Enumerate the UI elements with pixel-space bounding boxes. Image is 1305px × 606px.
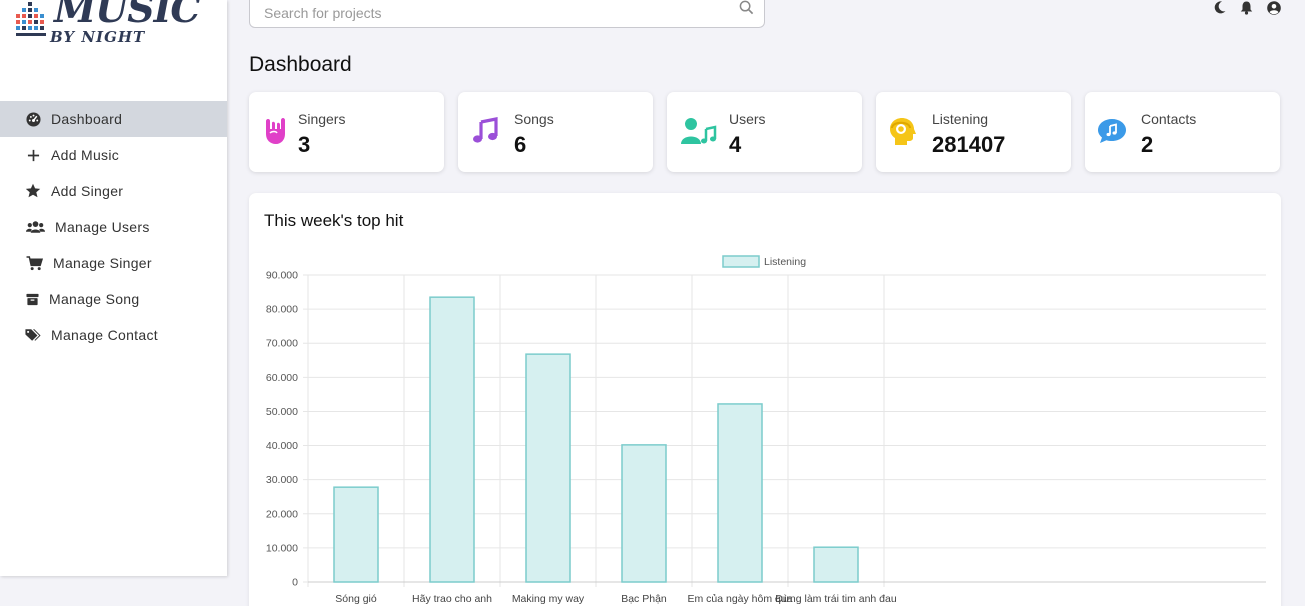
x-tick-label: Bạc Phận <box>621 593 667 605</box>
moon-icon[interactable] <box>1212 0 1227 15</box>
search-box <box>249 0 765 28</box>
box-icon <box>25 291 39 307</box>
bar <box>525 353 571 583</box>
bar <box>621 444 667 583</box>
stat-label: Singers <box>298 111 346 127</box>
stat-value: 2 <box>1141 132 1154 157</box>
star-icon <box>25 183 41 199</box>
sidebar-item-add-music[interactable]: Add Music <box>0 137 227 173</box>
logo-equalizer-icon <box>16 2 46 36</box>
sidebar-item-label: Manage Users <box>55 219 150 235</box>
sidebar-item-label: Manage Singer <box>53 255 152 271</box>
legend-swatch <box>722 255 760 268</box>
y-tick-label: 40.000 <box>266 440 298 452</box>
y-tick-label: 90.000 <box>266 270 298 282</box>
tags-icon <box>25 327 41 343</box>
sidebar: MUSIC BY NIGHT Dashboard Add Music Add S… <box>0 0 227 576</box>
sidebar-item-label: Add Singer <box>51 183 124 199</box>
stat-card-listening[interactable]: Listening 281407 <box>876 92 1071 172</box>
bar <box>717 403 763 583</box>
sidebar-item-manage-contact[interactable]: Manage Contact <box>0 317 227 353</box>
sidebar-nav: Dashboard Add Music Add Singer Manage Us… <box>0 101 227 353</box>
x-tick-label: Đừng làm trái tim anh đau <box>775 593 897 605</box>
stat-value: 281407 <box>932 132 1006 157</box>
search-input[interactable] <box>250 0 720 27</box>
stat-label: Users <box>729 111 766 127</box>
stat-card-singers[interactable]: Singers 3 <box>249 92 444 172</box>
stat-cards: Singers 3 Songs 6 Users 4 Listening 2814… <box>249 92 1280 172</box>
stat-label: Contacts <box>1141 111 1197 127</box>
bar <box>333 486 379 583</box>
stat-value: 3 <box>298 132 311 157</box>
bar <box>429 296 475 583</box>
y-tick-label: 20.000 <box>266 508 298 520</box>
stat-label: Listening <box>932 111 989 127</box>
x-tick-label: Hãy trao cho anh <box>412 593 492 605</box>
legend-label: Listening <box>764 256 806 268</box>
stat-card-contacts[interactable]: Contacts 2 <box>1085 92 1280 172</box>
top-hit-chart: 0 10.000 20.000 30.000 40.000 50.000 60.000 70.… <box>266 255 1266 605</box>
stat-value: 6 <box>514 132 527 157</box>
topbar-icons <box>1212 0 1281 15</box>
page-title: Dashboard <box>249 53 352 76</box>
logo-word: MUSIC <box>54 0 201 31</box>
music-note-icon <box>470 116 500 146</box>
sidebar-item-manage-users[interactable]: Manage Users <box>0 209 227 245</box>
user-music-icon <box>681 116 717 146</box>
bell-icon[interactable] <box>1239 0 1254 15</box>
logo-subtext: BY NIGHT <box>50 28 146 46</box>
search-icon[interactable] <box>739 0 754 20</box>
y-tick-label: 50.000 <box>266 406 298 418</box>
bar <box>813 546 859 583</box>
dashboard-icon <box>25 111 41 127</box>
sidebar-item-label: Manage Contact <box>51 327 158 343</box>
y-tick-label: 10.000 <box>266 542 298 554</box>
head-headphones-icon <box>888 116 918 146</box>
y-tick-label: 70.000 <box>266 338 298 350</box>
chat-music-icon <box>1097 116 1127 146</box>
stat-card-users[interactable]: Users 4 <box>667 92 862 172</box>
cart-icon <box>25 255 43 271</box>
stat-value: 4 <box>729 132 742 157</box>
sidebar-item-manage-singer[interactable]: Manage Singer <box>0 245 227 281</box>
x-tick-label: Making my way <box>512 593 585 605</box>
plus-icon <box>25 147 41 163</box>
sidebar-item-label: Dashboard <box>51 111 123 127</box>
sidebar-item-label: Manage Song <box>49 291 140 307</box>
sidebar-item-add-singer[interactable]: Add Singer <box>0 173 227 209</box>
stat-label: Songs <box>514 111 554 127</box>
top-hit-panel: This week's top hit 0 10.000 20.000 30.000 4… <box>249 193 1281 606</box>
logo[interactable]: MUSIC BY NIGHT <box>14 0 214 50</box>
y-tick-label: 60.000 <box>266 372 298 384</box>
y-tick-label: 30.000 <box>266 474 298 486</box>
x-tick-label: Sóng gió <box>335 593 377 605</box>
sidebar-item-manage-song[interactable]: Manage Song <box>0 281 227 317</box>
sidebar-item-dashboard[interactable]: Dashboard <box>0 101 227 137</box>
rock-hand-icon <box>261 116 291 146</box>
user-circle-icon[interactable] <box>1266 0 1281 15</box>
sidebar-item-label: Add Music <box>51 147 120 163</box>
stat-card-songs[interactable]: Songs 6 <box>458 92 653 172</box>
y-tick-label: 80.000 <box>266 304 298 316</box>
users-icon <box>25 219 45 235</box>
y-tick-label: 0 <box>292 577 298 589</box>
